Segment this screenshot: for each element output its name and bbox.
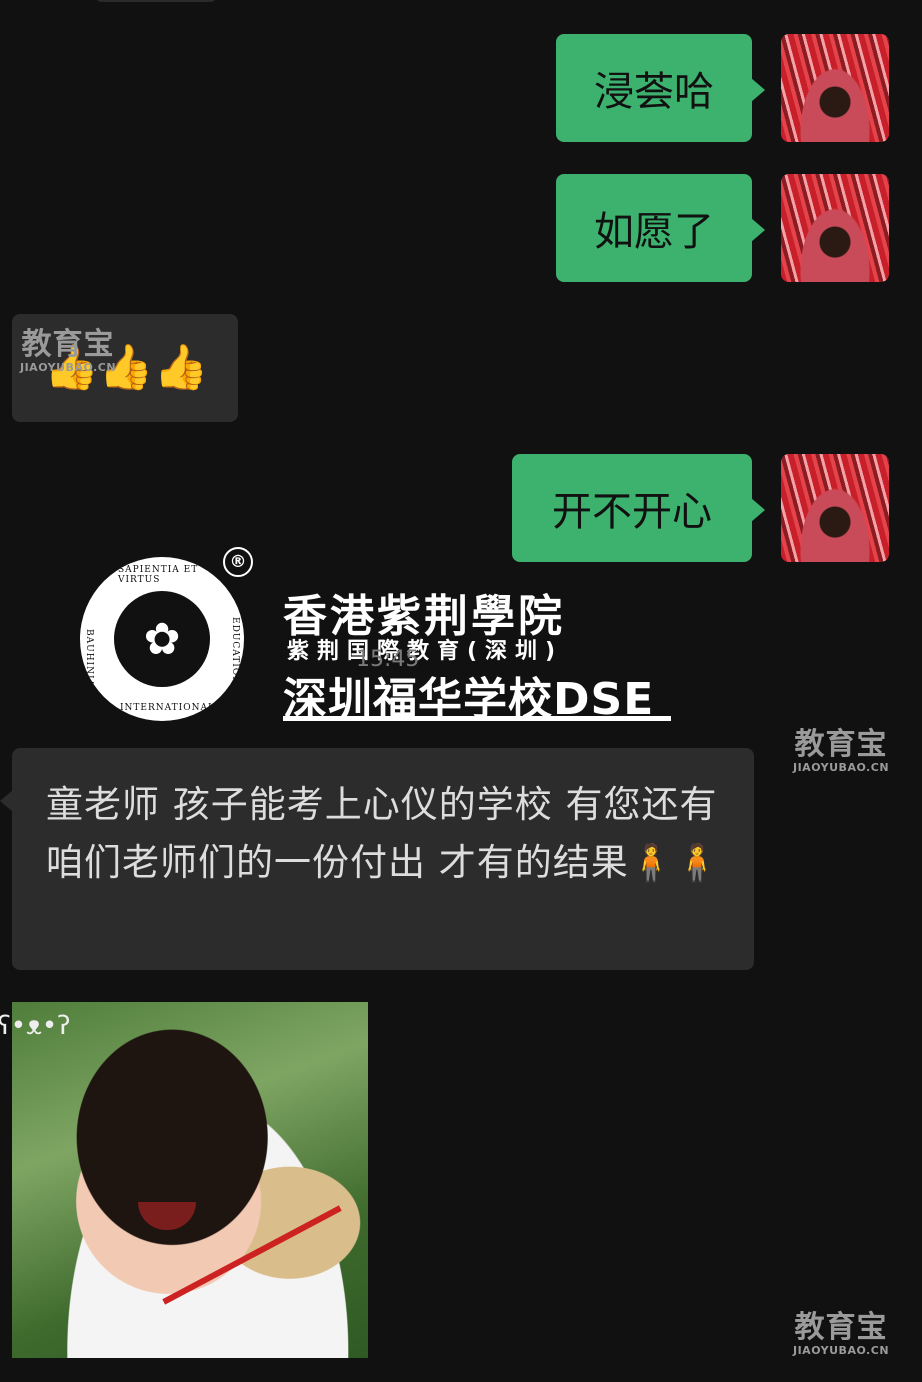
school-underline <box>283 716 671 721</box>
user-avatar[interactable] <box>781 174 889 282</box>
watermark: 教育宝 JIAOYUBAO.CN <box>793 727 890 774</box>
outgoing-message-bubble[interactable]: 开不开心 <box>512 454 765 562</box>
bauhinia-flower-icon: ✿ <box>114 591 210 687</box>
user-avatar[interactable] <box>781 34 889 142</box>
person-emoji: 🧍 <box>628 843 675 884</box>
seal-text-right: EDUCATION <box>230 617 240 686</box>
watermark-cn: 教育宝 <box>794 1310 888 1345</box>
school-subtitle: 紫荆国際教育(深圳) <box>287 639 564 664</box>
incoming-message-text: 童老师 孩子能考上心仪的学校 有您还有咱们老师们的一份付出 才有的结果🧍🧍 <box>46 776 736 893</box>
school-seal-logo: ✿ SAPIENTIA ET VIRTUS BAUHINIA INTERNATI… <box>80 557 244 721</box>
registered-mark: ® <box>223 547 253 577</box>
seal-text-bottom: INTERNATIONAL <box>120 703 215 713</box>
watermark: 教育宝 JIAOYUBAO.CN <box>20 327 117 374</box>
message-text: 开不开心 <box>552 489 712 535</box>
child-smile <box>138 1202 196 1230</box>
person-emoji: 🧍 <box>674 843 721 884</box>
outgoing-message-bubble[interactable]: 如愿了 <box>556 174 765 282</box>
outgoing-message-bubble[interactable]: 浸荟哈 <box>556 34 765 142</box>
seal-text-left: BAUHINIA <box>84 629 94 688</box>
watermark-en: JIAOYUBAO.CN <box>793 1344 890 1357</box>
bear-icon: ʕ•ᴥ•ʔ <box>0 1010 71 1041</box>
message-text: 如愿了 <box>594 209 714 255</box>
watermark-cn: 教育宝 <box>794 727 888 762</box>
message-text: 童老师 孩子能考上心仪的学校 有您还有咱们老师们的一份付出 才有的结果 <box>46 783 718 884</box>
watermark-en: JIAOYUBAO.CN <box>20 361 117 374</box>
previous-message-edge <box>96 0 216 2</box>
watermark: 教育宝 JIAOYUBAO.CN <box>793 1310 890 1357</box>
watermark-en: JIAOYUBAO.CN <box>793 761 890 774</box>
child-photo-message[interactable] <box>12 1002 368 1358</box>
user-avatar[interactable] <box>781 454 889 562</box>
watermark-cn: 教育宝 <box>21 327 115 362</box>
message-text: 浸荟哈 <box>594 69 714 115</box>
